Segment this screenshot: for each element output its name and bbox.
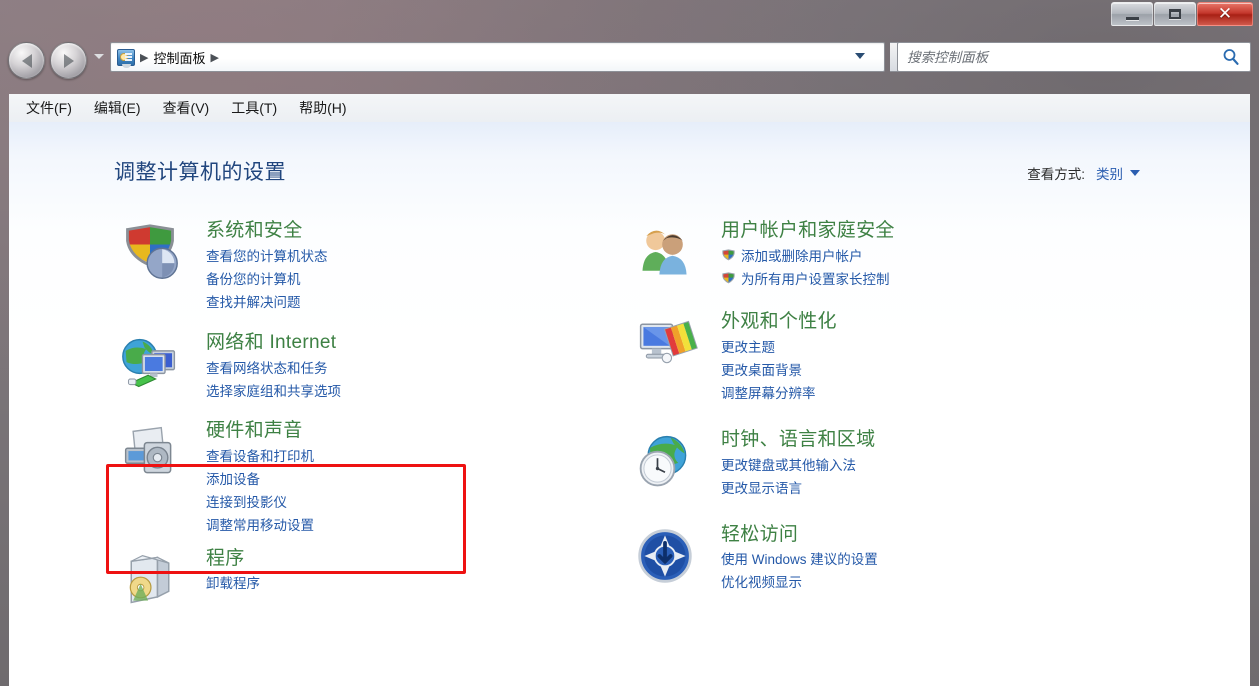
category-column-left: 系统和安全查看您的计算机状态 备份您的计算机 查找并解决问题 网络和 Interne… bbox=[114, 220, 584, 608]
search-box[interactable] bbox=[897, 42, 1251, 72]
maximize-icon bbox=[1169, 9, 1181, 19]
category-title[interactable]: 系统和安全 bbox=[206, 220, 584, 242]
category-4: 程序 卸载程序 bbox=[114, 548, 584, 608]
appearance-monitor-icon bbox=[639, 320, 698, 364]
security-shield-icon-wrapper[interactable] bbox=[114, 222, 192, 284]
category-link-label: 为所有用户设置家长控制 bbox=[741, 271, 890, 287]
programs-box-icon bbox=[129, 554, 170, 603]
close-icon: ✕ bbox=[1217, 3, 1233, 24]
maximize-button[interactable] bbox=[1154, 2, 1196, 26]
user-accounts-icon-wrapper[interactable] bbox=[629, 222, 707, 284]
ease-of-access-icon bbox=[638, 528, 692, 583]
category-column-right: 用户帐户和家庭安全 添加或删除用户帐户 为所有用户设置家长控制 外观和个性化 更… bbox=[629, 220, 1099, 594]
user-accounts-icon bbox=[642, 230, 687, 275]
view-by-value[interactable]: 类别 bbox=[1096, 163, 1123, 183]
category-title[interactable]: 轻松访问 bbox=[721, 524, 1099, 546]
category-link[interactable]: 查看您的计算机状态 bbox=[206, 245, 584, 268]
category-1: 用户帐户和家庭安全 添加或删除用户帐户 为所有用户设置家长控制 bbox=[629, 220, 1099, 291]
recent-pages-chevron-down-icon[interactable] bbox=[94, 54, 104, 59]
navigation-bar: ▶ 控制面板 ▶ bbox=[0, 38, 1259, 82]
breadcrumb-item-control-panel[interactable]: 控制面板 bbox=[153, 48, 205, 67]
ease-of-access-icon-wrapper[interactable] bbox=[629, 526, 707, 588]
minimize-icon bbox=[1125, 16, 1139, 20]
address-dropdown-chevron-down-icon[interactable] bbox=[855, 53, 865, 59]
category-3: 时钟、语言和区域 更改键盘或其他输入法 更改显示语言 bbox=[629, 429, 1099, 500]
category-title[interactable]: 程序 bbox=[206, 548, 584, 570]
menu-item-help[interactable]: 帮助(H) bbox=[288, 96, 357, 120]
category-link[interactable]: 更改主题 bbox=[721, 336, 1099, 359]
category-title[interactable]: 硬件和声音 bbox=[206, 420, 584, 442]
menu-item-file[interactable]: 文件(F) bbox=[15, 96, 83, 120]
title-bar: ✕ bbox=[0, 0, 1259, 34]
category-4: 轻松访问 使用 Windows 建议的设置 优化视频显示 bbox=[629, 524, 1099, 595]
back-button[interactable] bbox=[8, 42, 45, 79]
category-link[interactable]: 为所有用户设置家长控制 bbox=[721, 268, 1099, 291]
printer-hardware-icon bbox=[124, 426, 172, 474]
forward-arrow-icon bbox=[63, 53, 74, 68]
search-input[interactable] bbox=[907, 49, 1197, 65]
category-2: 外观和个性化 更改主题 更改桌面背景 调整屏幕分辨率 bbox=[629, 311, 1099, 405]
uac-shield-icon bbox=[722, 249, 735, 261]
menu-item-edit[interactable]: 编辑(E) bbox=[83, 96, 152, 120]
appearance-monitor-icon-wrapper[interactable] bbox=[629, 313, 707, 375]
menu-bar: 文件(F) 编辑(E) 查看(V) 工具(T) 帮助(H) bbox=[9, 94, 1250, 122]
category-link[interactable]: 使用 Windows 建议的设置 bbox=[721, 548, 1099, 571]
category-2: 网络和 Internet 查看网络状态和任务 选择家庭组和共享选项 bbox=[114, 332, 584, 403]
category-link[interactable]: 更改桌面背景 bbox=[721, 359, 1099, 382]
clock-globe-icon bbox=[639, 435, 687, 486]
programs-box-icon-wrapper[interactable] bbox=[114, 550, 192, 612]
page-title: 调整计算机的设置 bbox=[114, 161, 286, 184]
category-title[interactable]: 网络和 Internet bbox=[206, 332, 584, 354]
category-link[interactable]: 添加或删除用户帐户 bbox=[721, 245, 1099, 268]
breadcrumb-separator-icon[interactable]: ▶ bbox=[210, 51, 218, 64]
control-panel-content: 调整计算机的设置 查看方式: 类别 系统和安全 查看您的计算机状态 备份您的计算机查… bbox=[9, 122, 1250, 686]
printer-hardware-icon-wrapper[interactable] bbox=[114, 422, 192, 484]
breadcrumb-separator-icon: ▶ bbox=[140, 51, 149, 64]
network-globe-icon-wrapper[interactable] bbox=[114, 334, 192, 396]
category-link[interactable]: 选择家庭组和共享选项 bbox=[206, 380, 584, 403]
category-link[interactable]: 连接到投影仪 bbox=[206, 491, 584, 514]
minimize-button[interactable] bbox=[1111, 2, 1153, 26]
explorer-window: ✕ ▶ 控制面板 ▶ 搜索控制面板 文件(F) 编辑(E) 查看(V) 工具(T… bbox=[0, 0, 1259, 686]
category-link[interactable]: 查看设备和打印机 bbox=[206, 445, 584, 468]
category-1: 系统和安全查看您的计算机状态 备份您的计算机 查找并解决问题 bbox=[114, 220, 584, 314]
category-link[interactable]: 添加设备 bbox=[206, 468, 584, 491]
network-globe-icon bbox=[122, 338, 176, 387]
category-link[interactable]: 备份您的计算机 bbox=[206, 268, 584, 291]
category-link[interactable]: 更改显示语言 bbox=[721, 477, 1099, 500]
category-link[interactable]: 调整屏幕分辨率 bbox=[721, 382, 1099, 405]
chevron-down-icon[interactable] bbox=[1130, 170, 1140, 176]
window-controls: ✕ bbox=[1110, 2, 1253, 28]
security-shield-icon bbox=[126, 224, 178, 279]
category-title[interactable]: 时钟、语言和区域 bbox=[721, 429, 1099, 451]
forward-button[interactable] bbox=[50, 42, 87, 79]
menu-item-tools[interactable]: 工具(T) bbox=[220, 96, 288, 120]
category-title[interactable]: 用户帐户和家庭安全 bbox=[721, 220, 1099, 242]
search-icon bbox=[1223, 49, 1239, 65]
category-link[interactable]: 卸载程序 bbox=[206, 572, 584, 595]
category-link-label: 添加或删除用户帐户 bbox=[741, 248, 863, 264]
view-by-label: 查看方式: bbox=[1027, 167, 1085, 182]
address-bar[interactable]: ▶ 控制面板 ▶ bbox=[110, 42, 885, 72]
uac-shield-icon bbox=[722, 272, 735, 284]
category-link[interactable]: 更改键盘或其他输入法 bbox=[721, 454, 1099, 477]
category-3: 硬件和声音查看设备和打印机 添加设备 连接到投影仪 调整常用移动设置 bbox=[114, 420, 584, 537]
category-link[interactable]: 查看网络状态和任务 bbox=[206, 357, 584, 380]
close-button[interactable]: ✕ bbox=[1197, 2, 1253, 26]
category-link[interactable]: 查找并解决问题 bbox=[206, 291, 584, 314]
back-arrow-icon bbox=[21, 53, 32, 68]
control-panel-icon bbox=[117, 48, 135, 68]
category-link[interactable]: 优化视频显示 bbox=[721, 571, 1099, 594]
view-by-selector[interactable]: 查看方式: 类别 bbox=[1027, 163, 1140, 183]
category-link[interactable]: 调整常用移动设置 bbox=[206, 514, 584, 537]
menu-item-view[interactable]: 查看(V) bbox=[152, 96, 221, 120]
clock-globe-icon-wrapper[interactable] bbox=[629, 431, 707, 493]
category-title[interactable]: 外观和个性化 bbox=[721, 311, 1099, 333]
